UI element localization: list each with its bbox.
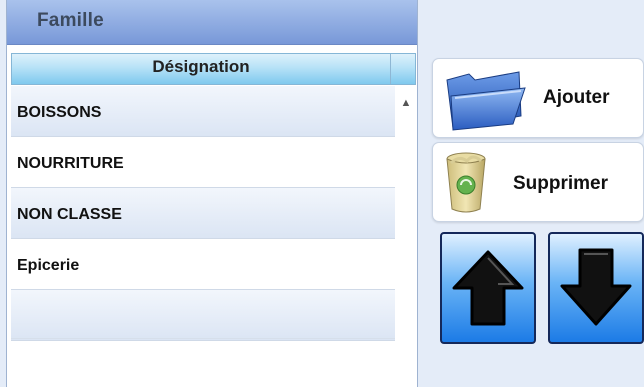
delete-button-label: Supprimer <box>513 173 609 194</box>
panel-title: Famille <box>37 10 104 31</box>
table-row-empty[interactable] <box>11 290 395 341</box>
divider <box>11 338 395 339</box>
table-row[interactable]: BOISSONS <box>11 86 395 137</box>
column-header-designation[interactable]: Désignation <box>11 53 416 85</box>
folder-icon <box>446 71 526 131</box>
famille-list: BOISSONS NOURRITURE NON CLASSE Epicerie <box>11 86 395 341</box>
scroll-up-arrow-icon[interactable]: ▲ <box>399 96 413 110</box>
recycle-bin-icon <box>446 152 486 213</box>
panel-header: Famille <box>7 0 417 45</box>
arrow-down-icon <box>560 248 632 326</box>
table-row[interactable]: NON CLASSE <box>11 188 395 239</box>
table-row[interactable]: NOURRITURE <box>11 137 395 188</box>
column-separator <box>390 54 391 84</box>
add-button-label: Ajouter <box>543 87 610 108</box>
move-down-button[interactable] <box>548 232 644 344</box>
add-button[interactable]: Ajouter <box>432 58 644 138</box>
arrow-up-icon <box>452 250 524 326</box>
move-up-button[interactable] <box>440 232 536 344</box>
famille-panel: Famille Désignation BOISSONS NOURRITURE … <box>6 0 418 387</box>
table-row[interactable]: Epicerie <box>11 239 395 290</box>
column-header-label: Désignation <box>152 57 250 76</box>
delete-button[interactable]: Supprimer <box>432 142 644 222</box>
